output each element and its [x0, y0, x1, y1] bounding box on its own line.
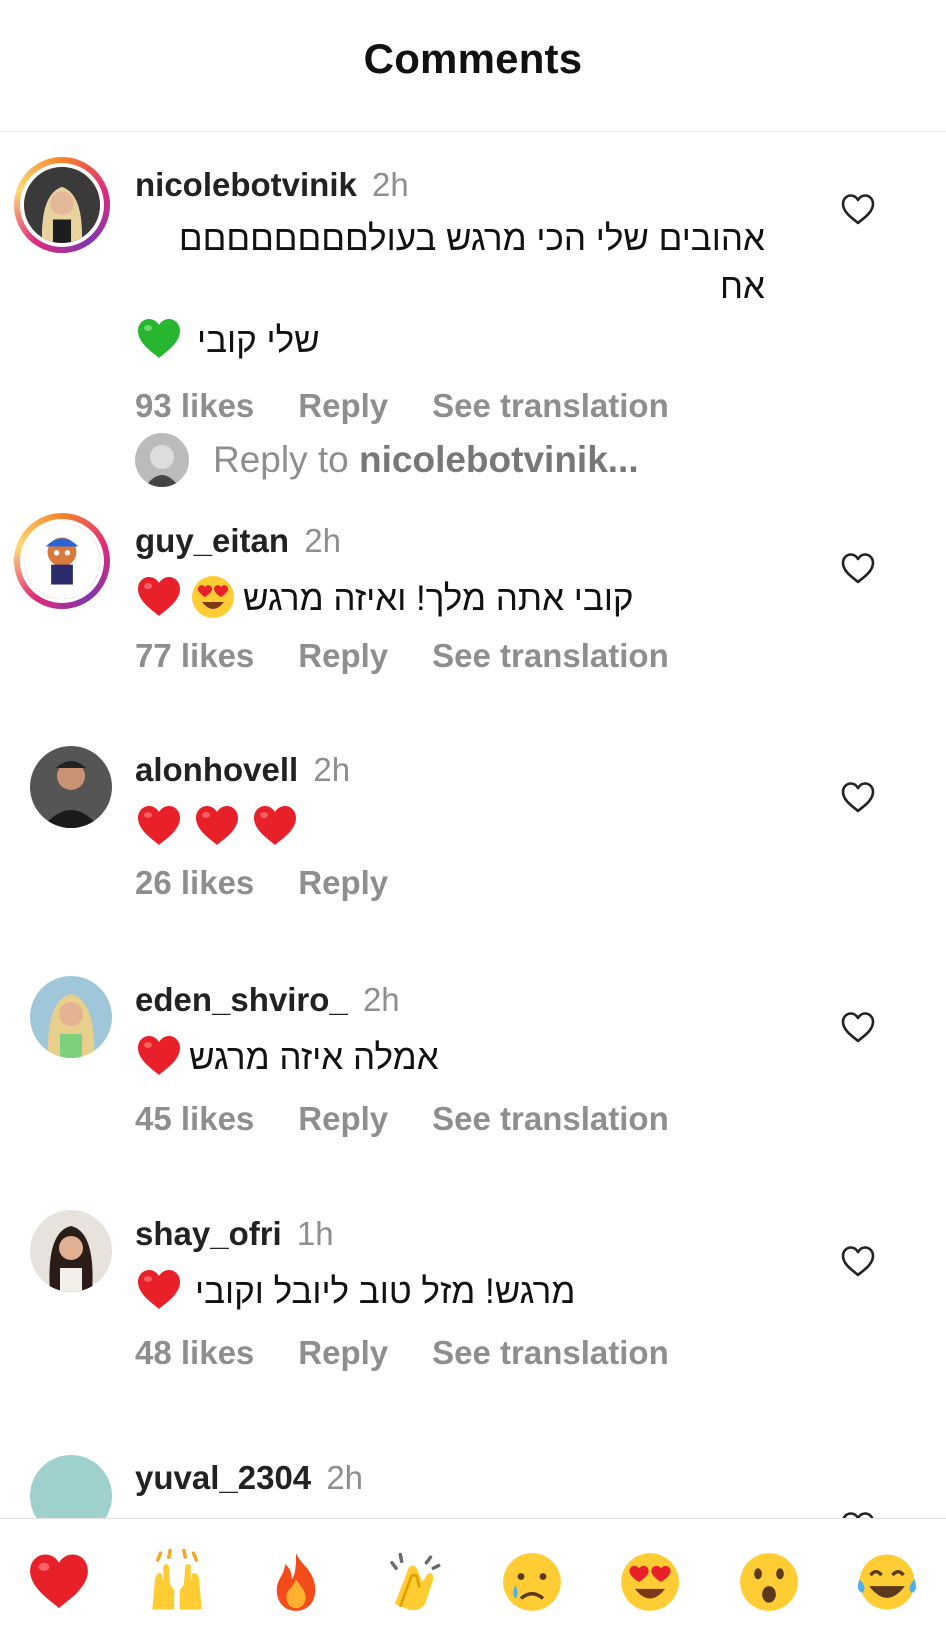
- see-translation-button[interactable]: See translation: [432, 637, 669, 675]
- like-heart-icon[interactable]: [840, 1244, 876, 1278]
- heart-eyes-icon[interactable]: [617, 1549, 683, 1615]
- comment-text: מרגש! מזל טוב ליובל וקובי: [195, 1272, 576, 1311]
- likes-count[interactable]: 93 likes: [135, 387, 254, 425]
- comment-body: אמלה איזה מרגש: [135, 1030, 866, 1082]
- story-ring[interactable]: [14, 157, 110, 253]
- reply-button[interactable]: Reply: [298, 1100, 388, 1138]
- username[interactable]: guy_eitan: [135, 522, 289, 559]
- reply-button[interactable]: Reply: [298, 637, 388, 675]
- comment-meta: eden_shviro_ 2h: [135, 980, 866, 1020]
- avatar[interactable]: [20, 163, 104, 247]
- surprised-face-icon[interactable]: [736, 1549, 802, 1615]
- avatar[interactable]: [30, 976, 112, 1058]
- like-heart-icon[interactable]: [840, 551, 876, 585]
- like-heart-icon[interactable]: [840, 1010, 876, 1044]
- see-translation-button[interactable]: See translation: [432, 1100, 669, 1138]
- heart-eyes-icon: [189, 573, 237, 621]
- comment-actions: 77 likes Reply See translation: [135, 637, 866, 675]
- comment-actions: 48 likes Reply See translation: [135, 1334, 866, 1372]
- comment-meta: guy_eitan 2h: [135, 521, 866, 561]
- red-heart-icon: [251, 802, 299, 850]
- timestamp: 2h: [372, 166, 409, 203]
- avatar-wrap[interactable]: [30, 1210, 112, 1292]
- username[interactable]: eden_shviro_: [135, 981, 348, 1018]
- reply-input-placeholder[interactable]: Reply to nicolebotvinik...: [213, 439, 639, 481]
- green-heart-icon: [135, 315, 183, 363]
- likes-count[interactable]: 48 likes: [135, 1334, 254, 1372]
- timestamp: 2h: [313, 751, 351, 788]
- avatar[interactable]: [30, 746, 112, 828]
- see-translation-button[interactable]: See translation: [432, 1334, 669, 1372]
- comment-body: מרגש! מזל טוב ליובל וקובי: [135, 1264, 866, 1316]
- avatar: [135, 433, 189, 487]
- avatar[interactable]: [20, 519, 104, 603]
- timestamp: 2h: [362, 981, 400, 1018]
- comment-text: שלי קובי: [197, 321, 320, 360]
- reply-button[interactable]: Reply: [298, 387, 388, 425]
- raising-hands-icon[interactable]: [144, 1549, 210, 1615]
- avatar-wrap[interactable]: [30, 976, 112, 1058]
- tears-of-joy-icon[interactable]: [854, 1549, 920, 1615]
- fire-icon[interactable]: [263, 1549, 329, 1615]
- comment-actions: 45 likes Reply See translation: [135, 1100, 866, 1138]
- story-ring[interactable]: [14, 513, 110, 609]
- comment-text-line2: שלי קובי: [135, 313, 335, 365]
- comment-text: אמלה איזה מרגש: [189, 1038, 439, 1077]
- username[interactable]: alonhovell: [135, 751, 298, 788]
- like-heart-icon[interactable]: [840, 192, 876, 226]
- comment-body: קובי אתה מלך! ואיזה מרגש: [135, 571, 866, 623]
- timestamp: 1h: [296, 1215, 334, 1252]
- likes-count[interactable]: 26 likes: [135, 864, 254, 902]
- red-heart-icon: [135, 802, 183, 850]
- page-title: Comments: [363, 34, 583, 82]
- username[interactable]: yuval_2304: [135, 1459, 311, 1496]
- quick-reactions-bar: [0, 1518, 946, 1644]
- reply-button[interactable]: Reply: [298, 1334, 388, 1372]
- reply-target: nicolebotvinik...: [359, 439, 639, 480]
- username[interactable]: shay_ofri: [135, 1215, 282, 1252]
- comment-body: [135, 802, 866, 850]
- reply-input-row[interactable]: Reply to nicolebotvinik...: [135, 430, 639, 490]
- reply-button[interactable]: Reply: [298, 864, 388, 902]
- like-heart-icon[interactable]: [840, 780, 876, 814]
- reply-prefix: Reply to: [213, 439, 360, 480]
- see-translation-button[interactable]: See translation: [432, 387, 669, 425]
- red-heart-icon: [135, 1032, 183, 1080]
- comment-text: קובי אתה מלך! ואיזה מרגש: [243, 579, 634, 618]
- avatar[interactable]: [30, 1210, 112, 1292]
- timestamp: 2h: [326, 1459, 364, 1496]
- comment-meta: alonhovell 2h: [135, 750, 866, 790]
- red-heart-icon[interactable]: [26, 1549, 92, 1615]
- comment-text: אהובים שלי הכי מרגש בעולםםםםםםםם אח: [178, 219, 765, 306]
- crying-face-icon[interactable]: [499, 1549, 565, 1615]
- likes-count[interactable]: 45 likes: [135, 1100, 254, 1138]
- likes-count[interactable]: 77 likes: [135, 637, 254, 675]
- red-heart-icon: [135, 1266, 183, 1314]
- comment-meta: yuval_2304 2h: [135, 1458, 866, 1498]
- comment-meta: shay_ofri 1h: [135, 1214, 866, 1254]
- comment-meta: nicolebotvinik 2h: [135, 165, 866, 205]
- comment-actions: 93 likes Reply See translation: [135, 387, 866, 425]
- avatar-wrap[interactable]: [30, 746, 112, 828]
- clapping-hands-icon[interactable]: [381, 1549, 447, 1615]
- username[interactable]: nicolebotvinik: [135, 166, 357, 203]
- red-heart-icon: [135, 573, 183, 621]
- header: Comments: [0, 0, 946, 132]
- timestamp: 2h: [304, 522, 341, 559]
- red-heart-icon: [193, 802, 241, 850]
- comment-actions: 26 likes Reply: [135, 864, 866, 902]
